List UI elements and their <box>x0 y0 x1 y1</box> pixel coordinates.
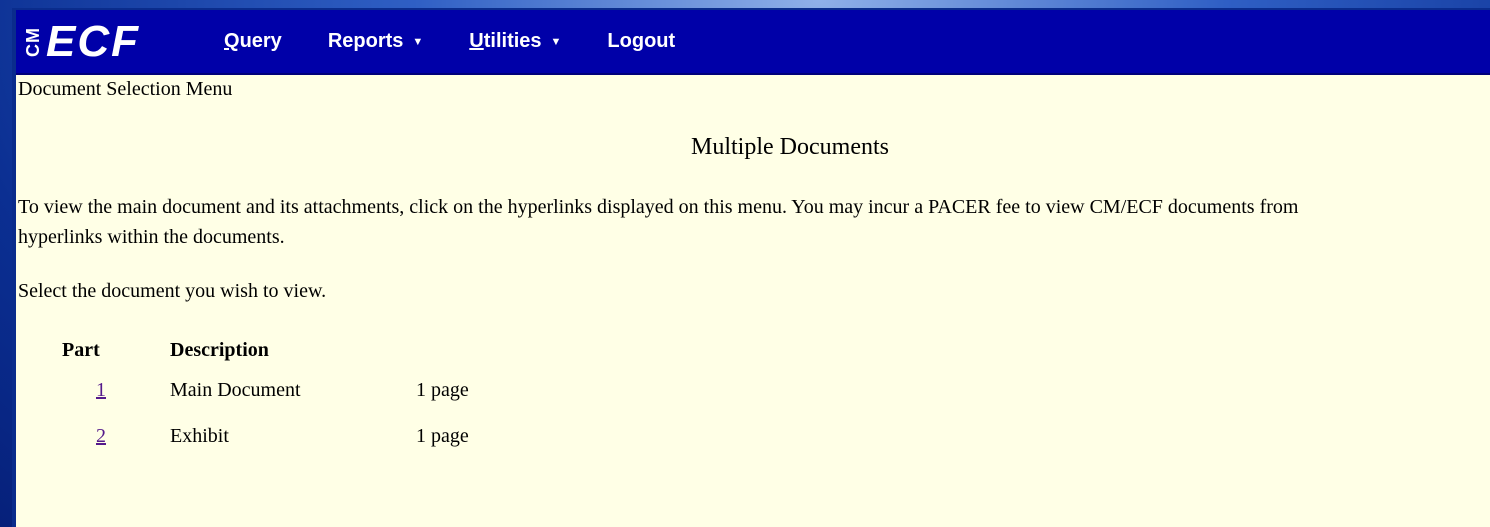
header-pages <box>416 339 469 374</box>
menu-utilities[interactable]: Utilities ▼ <box>469 30 561 53</box>
menu-logout-label: Logout <box>607 30 676 52</box>
part-cell: 1 <box>62 374 170 420</box>
menu-utilities-accesskey: U <box>469 30 484 52</box>
description-cell: Exhibit <box>170 424 229 447</box>
pages-cell: 1 page <box>416 424 469 447</box>
table-row: 1 Main Document 1 page <box>62 374 469 420</box>
chevron-down-icon: ▼ <box>550 35 562 48</box>
pages-cell: 1 page <box>416 378 469 401</box>
instructions-line-1: To view the main document and its attach… <box>18 196 1299 218</box>
header-description: Description <box>170 339 269 361</box>
select-prompt: Select the document you wish to view. <box>18 280 327 302</box>
table-header-row: Part Description <box>62 339 469 374</box>
cmecf-logo: CM ECF <box>22 14 172 70</box>
logo-cm-text: CM <box>22 27 43 57</box>
menu-utilities-label: tilities <box>483 30 542 52</box>
top-navbar: CM ECF Query Reports ▼ Utilities ▼ Logou… <box>16 10 1490 75</box>
document-link-2[interactable]: 2 <box>96 425 106 447</box>
menu-reports[interactable]: Reports ▼ <box>328 30 423 53</box>
header-part: Part <box>62 339 100 361</box>
menu-query-accesskey: Q <box>224 30 240 52</box>
menu-reports-label: Reports <box>327 30 404 52</box>
main-menu: Query Reports ▼ Utilities ▼ Logout <box>224 10 721 73</box>
browser-window: CM ECF Query Reports ▼ Utilities ▼ Logou… <box>12 8 1490 527</box>
main-content: Document Selection Menu Multiple Documen… <box>16 78 1490 466</box>
document-link-1[interactable]: 1 <box>96 379 106 401</box>
page-breadcrumb: Document Selection Menu <box>18 78 233 100</box>
part-cell: 2 <box>62 420 170 466</box>
instructions-text: To view the main document and its attach… <box>18 192 1490 252</box>
logo-ecf-text: ECF <box>46 17 140 66</box>
instructions-line-2: hyperlinks within the documents. <box>18 226 285 248</box>
description-cell: Main Document <box>170 378 301 401</box>
menu-query-label: uery <box>239 30 282 52</box>
chevron-down-icon: ▼ <box>412 35 424 48</box>
menu-logout[interactable]: Logout <box>607 30 675 53</box>
table-row: 2 Exhibit 1 page <box>62 420 469 466</box>
page-title: Multiple Documents <box>691 134 889 160</box>
documents-table: Part Description 1 Main Document 1 page … <box>62 339 469 466</box>
menu-query[interactable]: Query <box>224 30 282 53</box>
